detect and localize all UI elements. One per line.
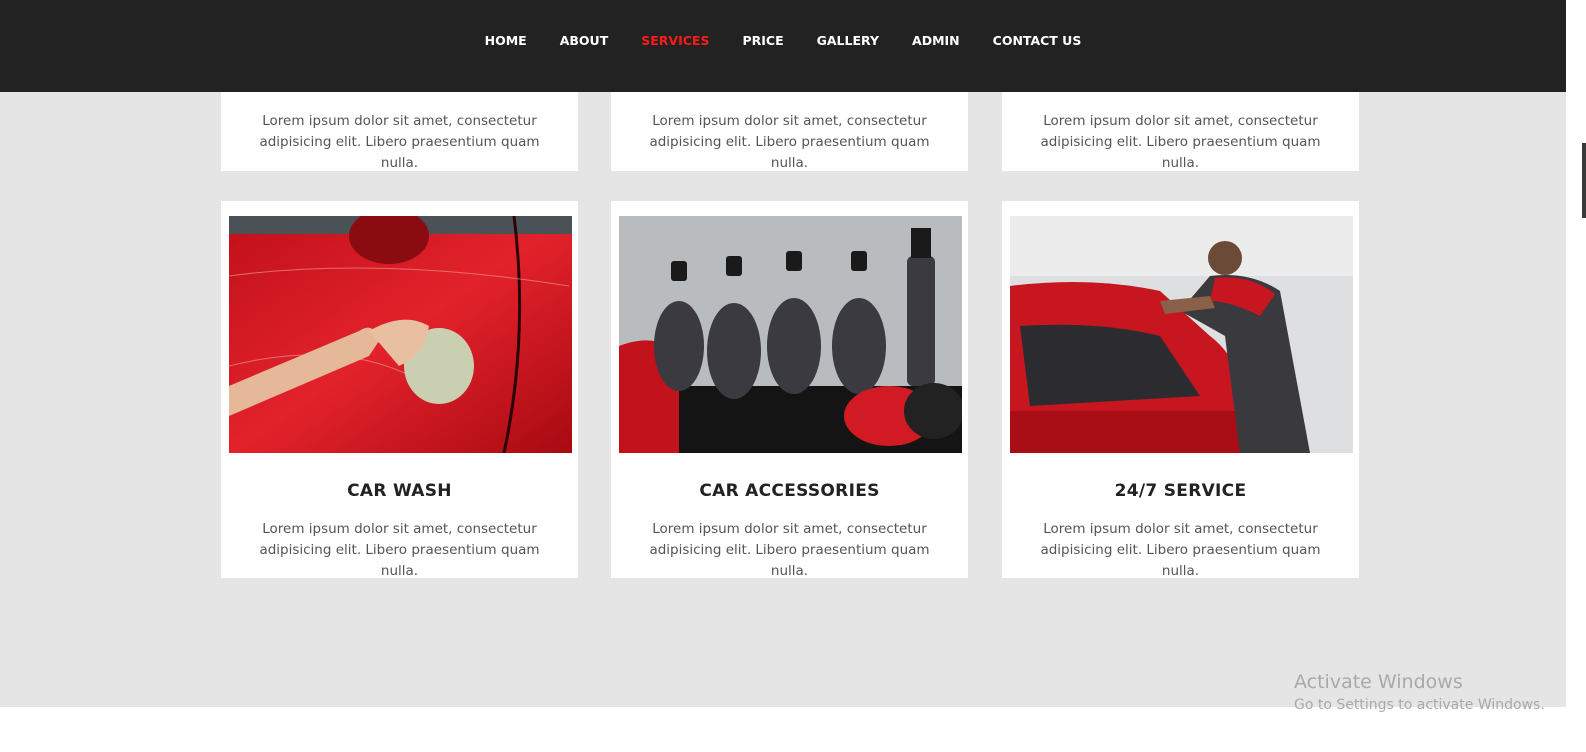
activate-windows-watermark: Activate Windows Go to Settings to activ… — [1294, 670, 1545, 716]
nav-price[interactable]: PRICE — [726, 33, 800, 49]
top-navbar: HOME ABOUT SERVICES PRICE GALLERY ADMIN … — [0, 0, 1566, 92]
card-description: Lorem ipsum dolor sit amet, consectetur … — [649, 521, 930, 579]
watermark-title: Activate Windows — [1294, 671, 1463, 693]
nav-home[interactable]: HOME — [468, 33, 543, 49]
card-description: Lorem ipsum dolor sit amet, consectetur … — [259, 521, 540, 579]
car-accessories-photo — [619, 216, 962, 453]
scrollbar-thumb[interactable] — [1582, 143, 1586, 218]
service-image — [1010, 216, 1353, 453]
watermark-subtitle: Go to Settings to activate Windows. — [1294, 697, 1545, 713]
service-card-top-2: Lorem ipsum dolor sit amet, consectetur … — [611, 90, 968, 171]
card-title: 24/7 SERVICE — [1114, 481, 1247, 501]
car-wash-image — [229, 216, 572, 453]
nav-gallery[interactable]: GALLERY — [800, 33, 895, 49]
service-card-car-wash: CAR WASH Lorem ipsum dolor sit amet, con… — [221, 201, 578, 579]
service-card-24-7-service: 24/7 SERVICE Lorem ipsum dolor sit amet,… — [1002, 201, 1359, 579]
nav-contact-us[interactable]: CONTACT US — [976, 33, 1098, 49]
card-description: Lorem ipsum dolor sit amet, consectetur … — [649, 113, 930, 171]
card-title: CAR ACCESSORIES — [699, 481, 880, 501]
card-description: Lorem ipsum dolor sit amet, consectetur … — [1040, 521, 1321, 579]
service-card-car-accessories: CAR ACCESSORIES Lorem ipsum dolor sit am… — [611, 201, 968, 579]
mechanic-service-photo — [1010, 216, 1353, 453]
car-accessories-image — [619, 216, 962, 453]
nav-about[interactable]: ABOUT — [543, 33, 625, 49]
card-description: Lorem ipsum dolor sit amet, consectetur … — [1040, 113, 1321, 171]
card-description: Lorem ipsum dolor sit amet, consectetur … — [259, 113, 540, 171]
service-card-top-1: Lorem ipsum dolor sit amet, consectetur … — [221, 90, 578, 171]
nav-admin[interactable]: ADMIN — [896, 33, 977, 49]
nav-menu: HOME ABOUT SERVICES PRICE GALLERY ADMIN … — [0, 33, 1566, 49]
card-title: CAR WASH — [347, 481, 452, 501]
service-card-top-3: Lorem ipsum dolor sit amet, consectetur … — [1002, 90, 1359, 171]
car-wash-photo — [229, 216, 572, 453]
nav-services[interactable]: SERVICES — [625, 33, 726, 49]
